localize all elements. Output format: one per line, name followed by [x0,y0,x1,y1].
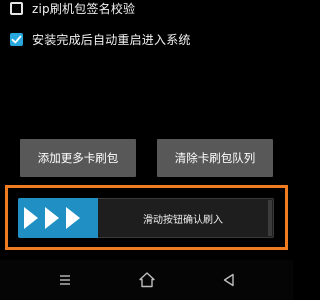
swipe-track-end [268,200,272,236]
option-label: 安装完成后自动重启进入系统 [32,32,191,47]
clear-zip-queue-button[interactable]: 清除卡刷包队列 [157,139,273,177]
flash-options-screen: zip刷机包签名校验 安装完成后自动重启进入系统 添加更多卡刷包 清除卡刷包队列… [0,0,293,260]
add-more-zips-button[interactable]: 添加更多卡刷包 [20,139,136,177]
swipe-label: 滑动按钮确认刷入 [143,214,223,226]
home-icon [139,272,155,288]
menu-button[interactable] [51,266,79,294]
chevron-right-icon [66,207,80,229]
checkbox-checked-icon[interactable] [10,32,23,46]
option-label: zip刷机包签名校验 [32,1,136,16]
menu-icon [60,275,70,285]
navigation-bar [0,260,293,300]
option-zip-signature-verification[interactable]: zip刷机包签名校验 [0,0,293,19]
home-button[interactable] [133,266,161,294]
back-button[interactable] [215,266,243,294]
chevron-right-icon [45,207,59,229]
back-icon [223,273,234,287]
swipe-slider-handle[interactable] [18,198,98,238]
checkmark-icon [11,35,22,43]
option-auto-reboot[interactable]: 安装完成后自动重启进入系统 [0,28,293,50]
checkbox-unchecked-icon[interactable] [10,1,23,15]
chevron-right-icon [24,207,38,229]
